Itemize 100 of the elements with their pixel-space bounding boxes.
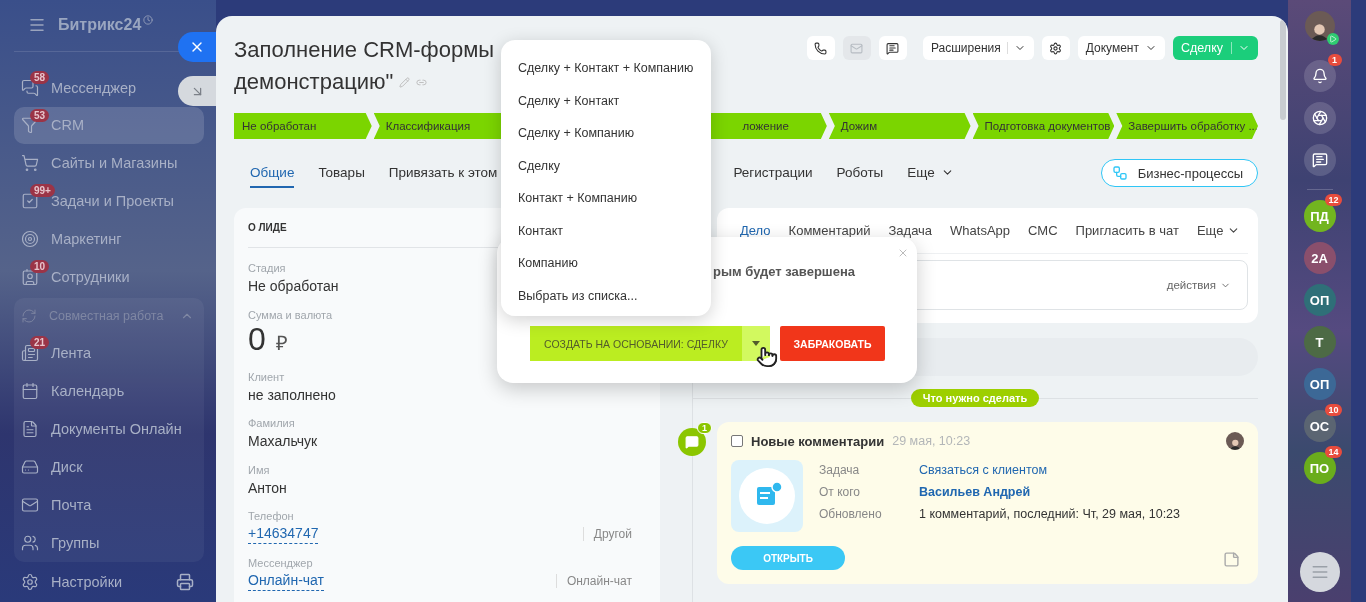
stage-step[interactable]: Не обработан	[234, 113, 372, 139]
document-icon	[21, 419, 39, 438]
item-label: Диск	[51, 458, 83, 475]
item-label: Документы Онлайн	[51, 420, 182, 437]
count-badge: 10	[1325, 404, 1342, 416]
document-button[interactable]: Документ	[1077, 36, 1165, 60]
item-label: Лента	[51, 344, 92, 361]
field-label: Мессенджер	[248, 555, 313, 570]
settings-link[interactable]: Настройки	[51, 574, 164, 591]
menu-item[interactable]: Сделку + Контакт + Компанию	[501, 52, 711, 85]
menu-button[interactable]	[1299, 552, 1340, 592]
cycle-icon	[21, 307, 37, 324]
field-value: не заполнено	[248, 385, 336, 405]
row-link[interactable]: Связаться с клиентом	[919, 462, 1180, 479]
close-button[interactable]	[178, 32, 216, 62]
menu-item[interactable]: Выбрать из списка...	[501, 279, 711, 312]
clock-icon	[143, 15, 154, 26]
comment-icon	[685, 435, 699, 449]
sidebar-item[interactable]: Почта	[14, 485, 204, 524]
dropdown-button[interactable]	[742, 326, 770, 361]
field-label: Фамилия	[248, 416, 295, 430]
chat-avatar[interactable]: Т	[1303, 326, 1336, 358]
cart-icon	[21, 154, 39, 173]
chat-avatar[interactable]: ОП	[1303, 368, 1336, 400]
flowchart-icon	[1111, 165, 1128, 181]
tab[interactable]: Привязать к этом	[388, 158, 498, 188]
tab[interactable]: Пригласить в чат	[1075, 223, 1179, 238]
reject-button[interactable]: ЗАБРАКОВАТЬ	[780, 326, 885, 361]
field-label: Стадия	[248, 261, 286, 275]
printer-icon[interactable]	[176, 573, 194, 592]
chat-avatar[interactable]: 2А	[1303, 242, 1336, 274]
sidebar-item[interactable]: 10 Сотрудники	[14, 257, 140, 296]
tab[interactable]: Общие	[250, 158, 295, 188]
bell-icon	[1311, 68, 1328, 84]
tab[interactable]: Еще	[1196, 223, 1241, 238]
business-process-button[interactable]: Бизнес-процессы	[1100, 159, 1258, 187]
field-label: Клиент	[248, 369, 285, 384]
chat-button[interactable]	[878, 36, 907, 60]
sidebar-item[interactable]: Группы	[14, 523, 204, 562]
chat-button[interactable]	[1303, 144, 1336, 176]
menu-item[interactable]: Компанию	[501, 247, 711, 280]
avatar	[1226, 432, 1244, 450]
sidebar-item[interactable]: Календарь	[14, 371, 204, 410]
tab[interactable]: СМС	[1028, 223, 1058, 238]
minimize-button[interactable]	[178, 76, 216, 106]
actions-menu[interactable]: действия	[1166, 279, 1231, 291]
task-icon	[731, 460, 803, 532]
tab[interactable]: Роботы	[836, 158, 884, 188]
sidebar-item[interactable]: Диск	[14, 447, 204, 486]
checkbox[interactable]	[731, 435, 743, 447]
tab[interactable]: Еще	[907, 158, 954, 188]
chat-avatar[interactable]: ОП	[1303, 284, 1336, 316]
avatar	[1304, 11, 1335, 41]
calendar-icon	[21, 381, 39, 400]
field-label: Сумма и валюта	[248, 307, 333, 322]
aperture-button[interactable]	[1303, 102, 1336, 134]
scrollbar[interactable]	[1280, 20, 1286, 120]
tab[interactable]: WhatsApp	[950, 223, 1011, 238]
row-link[interactable]: Васильев Андрей	[919, 484, 1180, 501]
sidebar-item[interactable]: 58 Мессенджер	[14, 68, 147, 107]
item-label: Календарь	[51, 382, 125, 399]
menu-item[interactable]: Сделку	[501, 149, 711, 182]
aperture-icon	[1311, 110, 1328, 126]
tab[interactable]: Дело	[740, 223, 771, 238]
checkbox-icon	[21, 192, 39, 211]
tab[interactable]: Регистрации	[733, 158, 813, 188]
tab[interactable]: Товары	[318, 158, 365, 188]
field-label: Имя	[248, 462, 270, 477]
stage-step[interactable]: Дожим	[828, 113, 971, 139]
drive-icon	[21, 457, 39, 476]
currency: ₽	[275, 331, 288, 354]
activity-time: 29 мая, 10:23	[892, 434, 971, 448]
sidebar-item[interactable]: Документы Онлайн	[14, 409, 204, 448]
field-link[interactable]: Онлайн-чат	[248, 569, 324, 591]
field-link[interactable]: +14634747	[248, 523, 319, 544]
count-badge: 53	[30, 108, 50, 122]
item-label: Мессенджер	[51, 79, 137, 96]
list-icon	[1310, 563, 1329, 581]
logo: Битрикс24	[58, 16, 142, 35]
stage-step[interactable]: Подготовка документов	[972, 113, 1115, 139]
sidebar-item[interactable]: 21 Лента	[14, 333, 204, 372]
extensions-button[interactable]: Расширения	[922, 36, 1034, 60]
field-value: Антон	[248, 478, 287, 498]
stage-step[interactable]: Завершить обработку ...	[1116, 113, 1258, 139]
tab[interactable]: Задача	[888, 223, 933, 238]
mail-icon	[21, 495, 39, 514]
sidebar-item[interactable]: 99+ Задачи и Проекты	[14, 182, 185, 220]
row-value: 1 комментарий, последний: Чт, 29 мая, 10:23	[919, 506, 1180, 523]
settings-button[interactable]	[1041, 36, 1070, 60]
page-title: демонстрацию"	[234, 68, 394, 96]
section-badge: Что нужно сделать	[910, 389, 1040, 407]
count-badge: 1	[697, 422, 712, 434]
phone-button[interactable]	[806, 36, 835, 60]
chat-icon	[886, 41, 900, 55]
convert-button[interactable]: СОЗДАТЬ НА ОСНОВАНИИ: СДЕЛКУ	[530, 326, 742, 361]
tab[interactable]: Комментарий	[788, 223, 871, 238]
caret-icon	[752, 341, 760, 346]
item-label: CRM	[51, 117, 85, 134]
sidebar-item[interactable]: 53 CRM	[14, 106, 204, 145]
sidebar-item[interactable]: Сайты и Магазины	[14, 144, 188, 183]
